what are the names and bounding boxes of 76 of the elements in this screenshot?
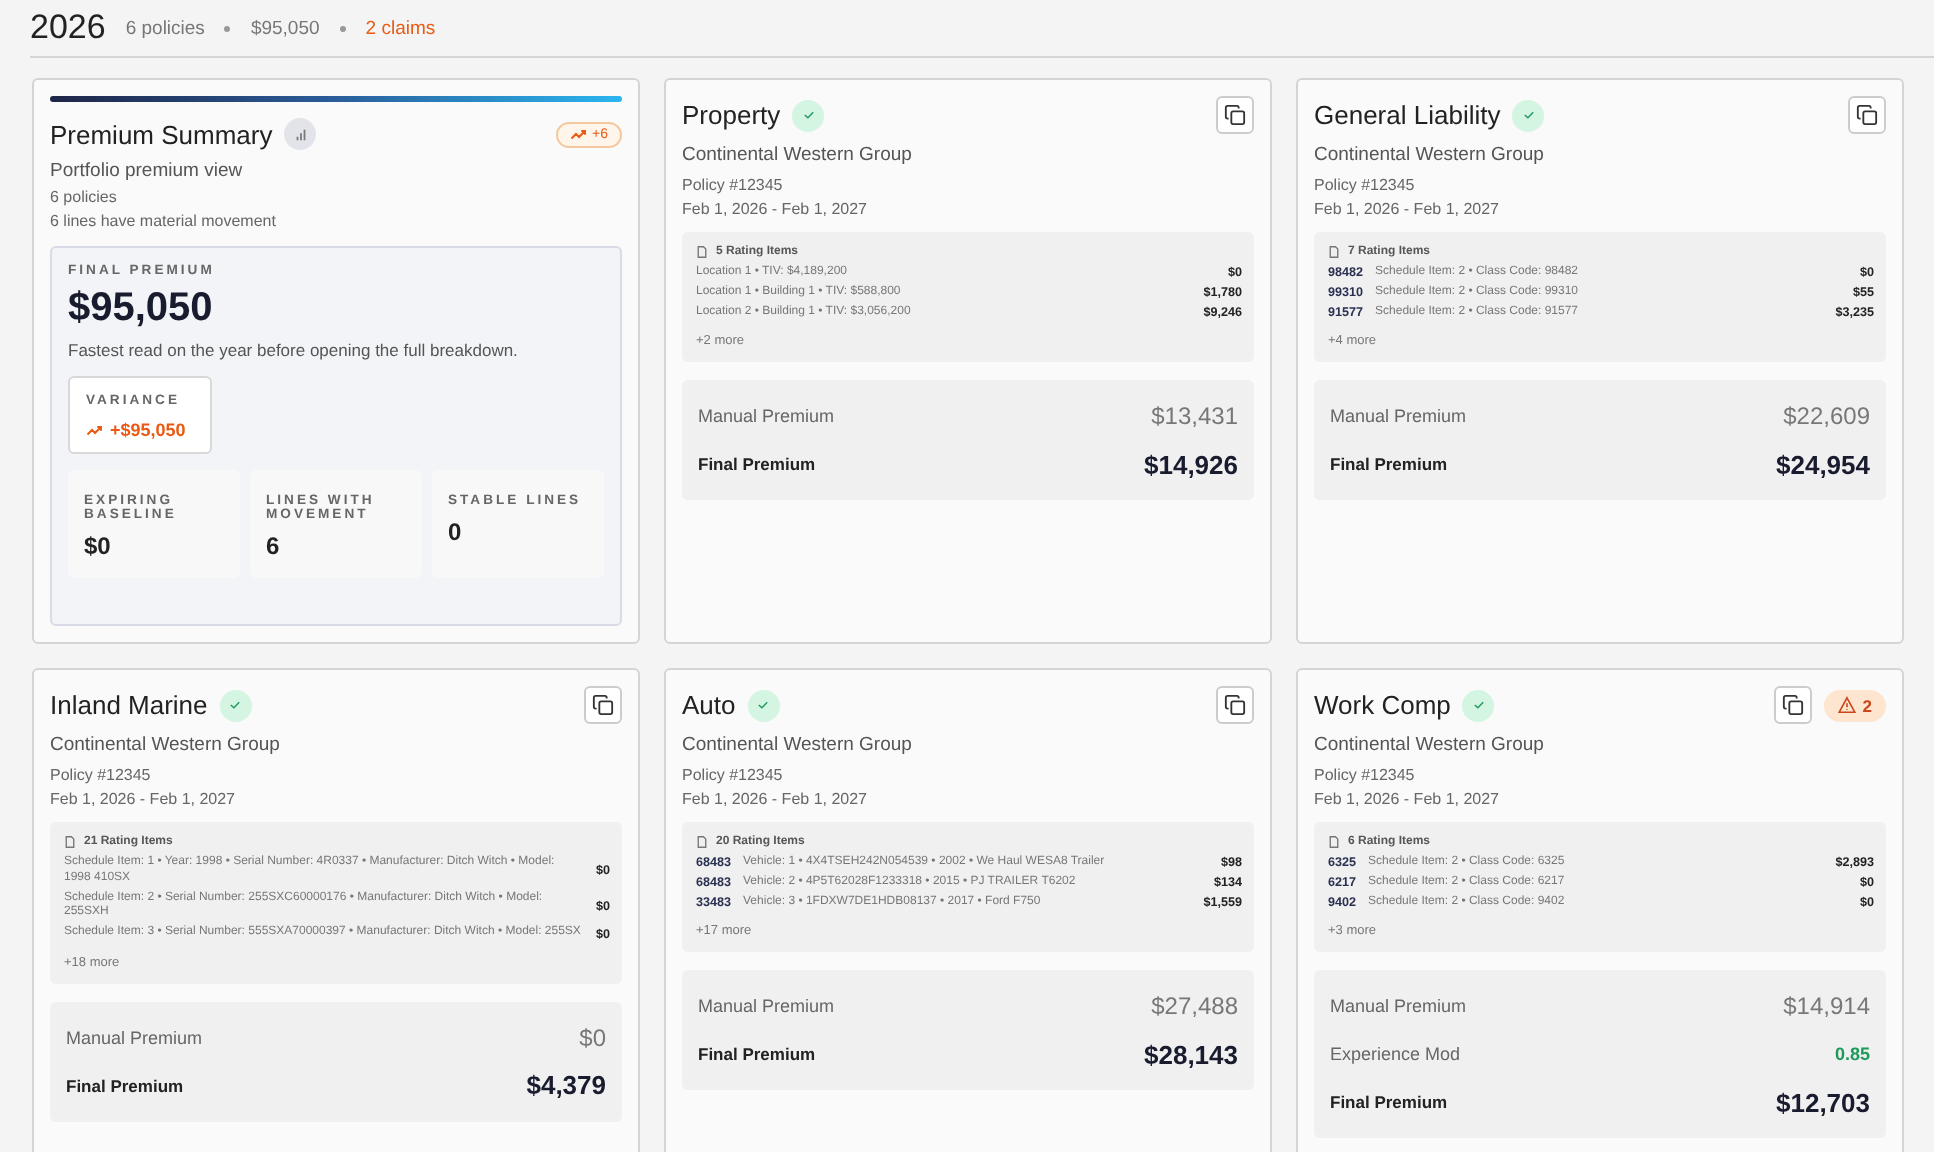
card-title: Premium Summary bbox=[50, 119, 273, 149]
stat-value: 0 bbox=[448, 518, 464, 546]
stat-value: 6 bbox=[266, 532, 282, 560]
summary-note: 6 lines have material movement bbox=[50, 212, 278, 230]
bar-chart-icon bbox=[284, 118, 317, 150]
trend-up-icon bbox=[86, 424, 104, 436]
card-title: Property bbox=[682, 100, 781, 130]
document-icon bbox=[1328, 246, 1340, 258]
premium-label: Manual Premium bbox=[66, 1027, 203, 1048]
premium-value: $4,379 bbox=[526, 1070, 606, 1101]
carrier-name: Continental Western Group bbox=[1314, 144, 1546, 166]
premium-label: Experience Mod bbox=[1330, 1044, 1461, 1065]
premium-value: $27,488 bbox=[1151, 992, 1238, 1021]
final-premium-value: $95,050 bbox=[68, 286, 215, 332]
card-title: Auto bbox=[682, 690, 736, 720]
header-stat: 6 policies bbox=[125, 17, 205, 39]
premium-label: Final Premium bbox=[1330, 454, 1448, 475]
copy-button[interactable] bbox=[1216, 96, 1254, 134]
copy-icon bbox=[1224, 694, 1246, 716]
policy-number: Policy #12345 bbox=[1314, 766, 1417, 784]
premium-value: $13,431 bbox=[1151, 402, 1238, 431]
policy-number: Policy #12345 bbox=[1314, 176, 1417, 194]
card-title: General Liability bbox=[1314, 100, 1501, 130]
summary-note: 6 policies bbox=[50, 188, 119, 206]
premium-label: Manual Premium bbox=[1330, 406, 1467, 427]
premium-value: $22,609 bbox=[1783, 402, 1870, 431]
policy-dates: Feb 1, 2026 - Feb 1, 2027 bbox=[1314, 200, 1502, 218]
premium-label: Manual Premium bbox=[698, 996, 835, 1017]
document-icon bbox=[696, 836, 708, 848]
premium-value: 0.85 bbox=[1834, 1044, 1870, 1065]
policy-dates: Feb 1, 2026 - Feb 1, 2027 bbox=[50, 790, 238, 808]
card-title: Work Comp bbox=[1314, 690, 1451, 720]
card-title: Inland Marine bbox=[50, 690, 208, 720]
premium-value: $14,914 bbox=[1783, 992, 1870, 1021]
carrier-name: Continental Western Group bbox=[682, 144, 914, 166]
premium-label: Final Premium bbox=[698, 454, 816, 475]
premium-label: Final Premium bbox=[66, 1075, 184, 1096]
premium-label: Manual Premium bbox=[1330, 996, 1467, 1017]
policy-dates: Feb 1, 2026 - Feb 1, 2027 bbox=[682, 790, 870, 808]
carrier-name: Continental Western Group bbox=[1314, 734, 1546, 756]
panel-description: Fastest read on the year before opening the full breakdown. bbox=[68, 340, 520, 360]
premium-label: Manual Premium bbox=[698, 406, 835, 427]
claims-badge[interactable]: 2 bbox=[1824, 689, 1886, 721]
policy-dates: Feb 1, 2026 - Feb 1, 2027 bbox=[682, 200, 870, 218]
carrier-name: Continental Western Group bbox=[682, 734, 914, 756]
carrier-name: Continental Western Group bbox=[50, 734, 282, 756]
copy-button[interactable] bbox=[1774, 686, 1813, 724]
warning-icon bbox=[1838, 696, 1857, 714]
copy-icon bbox=[1856, 104, 1878, 126]
premium-value: $24,954 bbox=[1776, 449, 1870, 480]
copy-button[interactable] bbox=[1216, 686, 1254, 724]
copy-button[interactable] bbox=[584, 686, 622, 724]
policy-number: Policy #12345 bbox=[682, 176, 785, 194]
copy-icon bbox=[1224, 104, 1246, 126]
policy-number: Policy #12345 bbox=[682, 766, 785, 784]
premium-label: Final Premium bbox=[1330, 1092, 1448, 1113]
premium-value: $14,926 bbox=[1144, 449, 1238, 480]
document-icon bbox=[696, 246, 708, 258]
header-stat[interactable]: 2 claims bbox=[365, 17, 436, 39]
trend-up-icon bbox=[570, 128, 589, 140]
policy-number: Policy #12345 bbox=[50, 766, 153, 784]
premium-label: Final Premium bbox=[698, 1044, 816, 1065]
card-subtitle: Portfolio premium view bbox=[50, 160, 245, 182]
copy-icon bbox=[1782, 694, 1805, 716]
stat-value: $0 bbox=[84, 532, 113, 560]
premium-value: $0 bbox=[579, 1023, 606, 1052]
premium-value: $12,703 bbox=[1776, 1087, 1870, 1118]
header-stat: $95,050 bbox=[250, 17, 320, 39]
copy-button[interactable] bbox=[1848, 96, 1886, 134]
policy-dates: Feb 1, 2026 - Feb 1, 2027 bbox=[1314, 790, 1502, 808]
document-icon bbox=[64, 836, 76, 848]
variance-value: +$95,050 bbox=[110, 420, 186, 440]
premium-value: $28,143 bbox=[1144, 1039, 1238, 1070]
document-icon bbox=[1328, 836, 1340, 848]
copy-icon bbox=[592, 694, 614, 716]
year-title: 2026 bbox=[30, 8, 106, 48]
